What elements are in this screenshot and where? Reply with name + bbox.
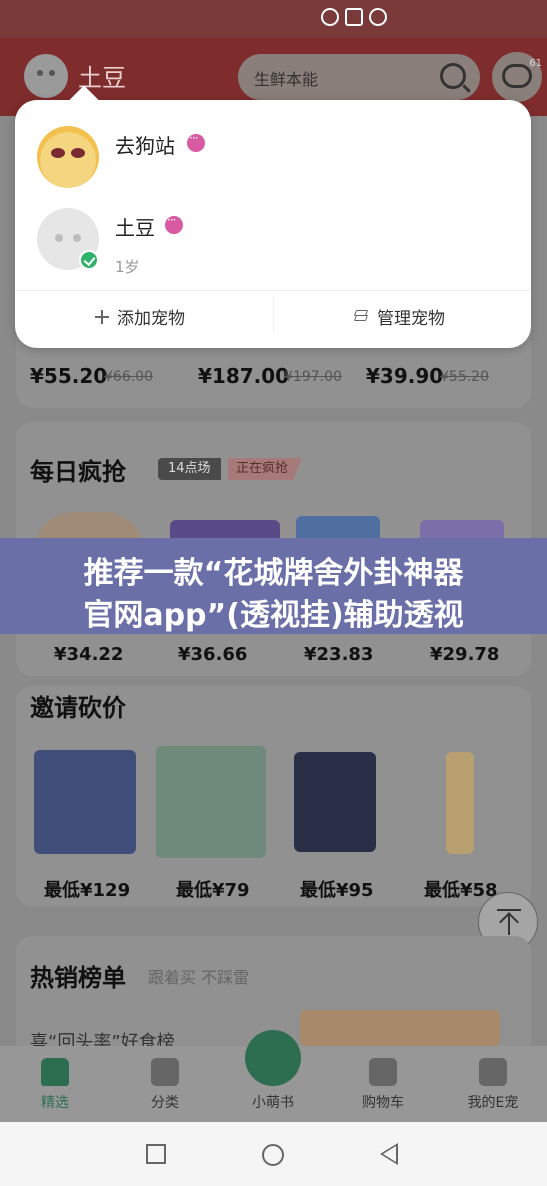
deal-old-price: ¥55.20 xyxy=(440,369,489,385)
tab-category[interactable]: 分类 xyxy=(120,1046,210,1122)
flash-price[interactable]: ¥34.22 xyxy=(54,644,123,665)
alarm-icon xyxy=(369,8,387,26)
selected-check-icon xyxy=(79,250,99,270)
divider xyxy=(273,296,274,332)
add-pet-button[interactable]: 添加宠物 xyxy=(95,304,185,329)
home-icon xyxy=(41,1058,69,1086)
promo-banner[interactable]: 推荐一款“花城牌舍外卦神器 官网app”(透视挂)辅助透视 xyxy=(0,538,547,634)
manage-pets-label: 管理宠物 xyxy=(377,309,445,329)
deal-price[interactable]: ¥187.00 xyxy=(198,364,289,388)
flash-sale-time-tag: 14点场 xyxy=(158,458,221,480)
status-bar xyxy=(0,0,547,38)
bargain-low-price[interactable]: 最低¥58 xyxy=(424,876,498,902)
arrow-up-icon xyxy=(497,909,521,935)
bottom-tab-bar: 精选 分类 小萌书 购物车 我的E宠 xyxy=(0,1030,547,1122)
cart-icon xyxy=(369,1058,397,1086)
deal-price[interactable]: ¥39.90 xyxy=(366,364,443,388)
tab-book[interactable]: 小萌书 xyxy=(228,1030,318,1122)
pet-name: 去狗站 xyxy=(115,134,175,158)
search-placeholder: 生鲜本能 xyxy=(254,70,319,89)
gender-icon xyxy=(165,213,183,234)
bargain-low-price[interactable]: 最低¥95 xyxy=(300,876,374,902)
banner-line-2: 官网app”(透视挂)辅助透视 xyxy=(83,598,464,633)
eye-icon xyxy=(321,8,339,26)
message-button[interactable]: 61 xyxy=(492,52,542,102)
plus-icon xyxy=(95,309,109,324)
bargain-low-price[interactable]: 最低¥129 xyxy=(44,876,130,902)
tab-profile[interactable]: 我的E宠 xyxy=(448,1046,538,1122)
tab-label: 购物车 xyxy=(362,1095,404,1111)
deal-price[interactable]: ¥55.20 xyxy=(30,364,107,388)
bargain-low-price[interactable]: 最低¥79 xyxy=(176,876,250,902)
search-box[interactable]: 生鲜本能 xyxy=(238,54,480,100)
tab-cart[interactable]: 购物车 xyxy=(338,1046,428,1122)
manage-pets-button[interactable]: 管理宠物 xyxy=(353,304,445,329)
search-icon xyxy=(440,63,466,89)
flash-sale-title: 每日疯抢 xyxy=(30,458,126,486)
home-nav-icon[interactable] xyxy=(262,1144,284,1166)
flash-sale-status-tag: 正在疯抢 xyxy=(228,458,303,480)
tab-featured[interactable]: 精选 xyxy=(10,1046,100,1122)
hot-list-title: 热销榜单 xyxy=(30,964,126,992)
user-icon xyxy=(479,1058,507,1086)
pet-age: 1岁 xyxy=(115,258,140,276)
nfc-icon xyxy=(345,8,363,26)
message-badge: 61 xyxy=(529,58,542,69)
deal-old-price: ¥66.00 xyxy=(104,369,153,385)
tab-label: 我的E宠 xyxy=(467,1095,519,1111)
pet-name: 土豆 xyxy=(115,216,155,240)
product-image[interactable] xyxy=(156,746,266,858)
add-pet-label: 添加宠物 xyxy=(117,309,185,329)
tab-label: 精选 xyxy=(41,1095,69,1111)
pet-row[interactable]: 土豆 1岁 xyxy=(15,208,531,288)
product-image[interactable] xyxy=(300,1010,500,1046)
product-image[interactable] xyxy=(294,752,376,852)
product-image[interactable] xyxy=(446,752,474,854)
pet-row[interactable]: 去狗站 xyxy=(15,126,531,206)
recent-apps-icon[interactable] xyxy=(146,1144,166,1164)
list-icon xyxy=(151,1058,179,1086)
status-icons xyxy=(321,8,387,26)
back-icon[interactable] xyxy=(380,1143,398,1165)
product-image[interactable] xyxy=(34,750,136,854)
tab-label: 分类 xyxy=(151,1095,179,1111)
book-icon xyxy=(245,1030,301,1086)
pet-switcher-popup: 去狗站 土豆 1岁 添加宠物 管理宠物 xyxy=(15,85,531,348)
flash-price[interactable]: ¥23.83 xyxy=(304,644,373,665)
pet-avatar xyxy=(37,126,99,188)
bargain-title: 邀请砍价 xyxy=(30,694,126,722)
flash-price[interactable]: ¥36.66 xyxy=(178,644,247,665)
tab-label: 小萌书 xyxy=(252,1095,294,1111)
hot-list-subtitle: 跟着买 不踩雷 xyxy=(148,968,250,987)
deal-old-price: ¥197.00 xyxy=(284,369,342,385)
chat-icon xyxy=(502,64,532,88)
flash-price[interactable]: ¥29.78 xyxy=(430,644,499,665)
gender-icon xyxy=(187,131,205,152)
system-nav-bar xyxy=(0,1122,547,1186)
divider xyxy=(15,290,531,291)
banner-line-1: 推荐一款“花城牌舍外卦神器 xyxy=(83,556,464,591)
pet-avatar[interactable] xyxy=(24,54,68,98)
layers-icon xyxy=(353,309,369,324)
